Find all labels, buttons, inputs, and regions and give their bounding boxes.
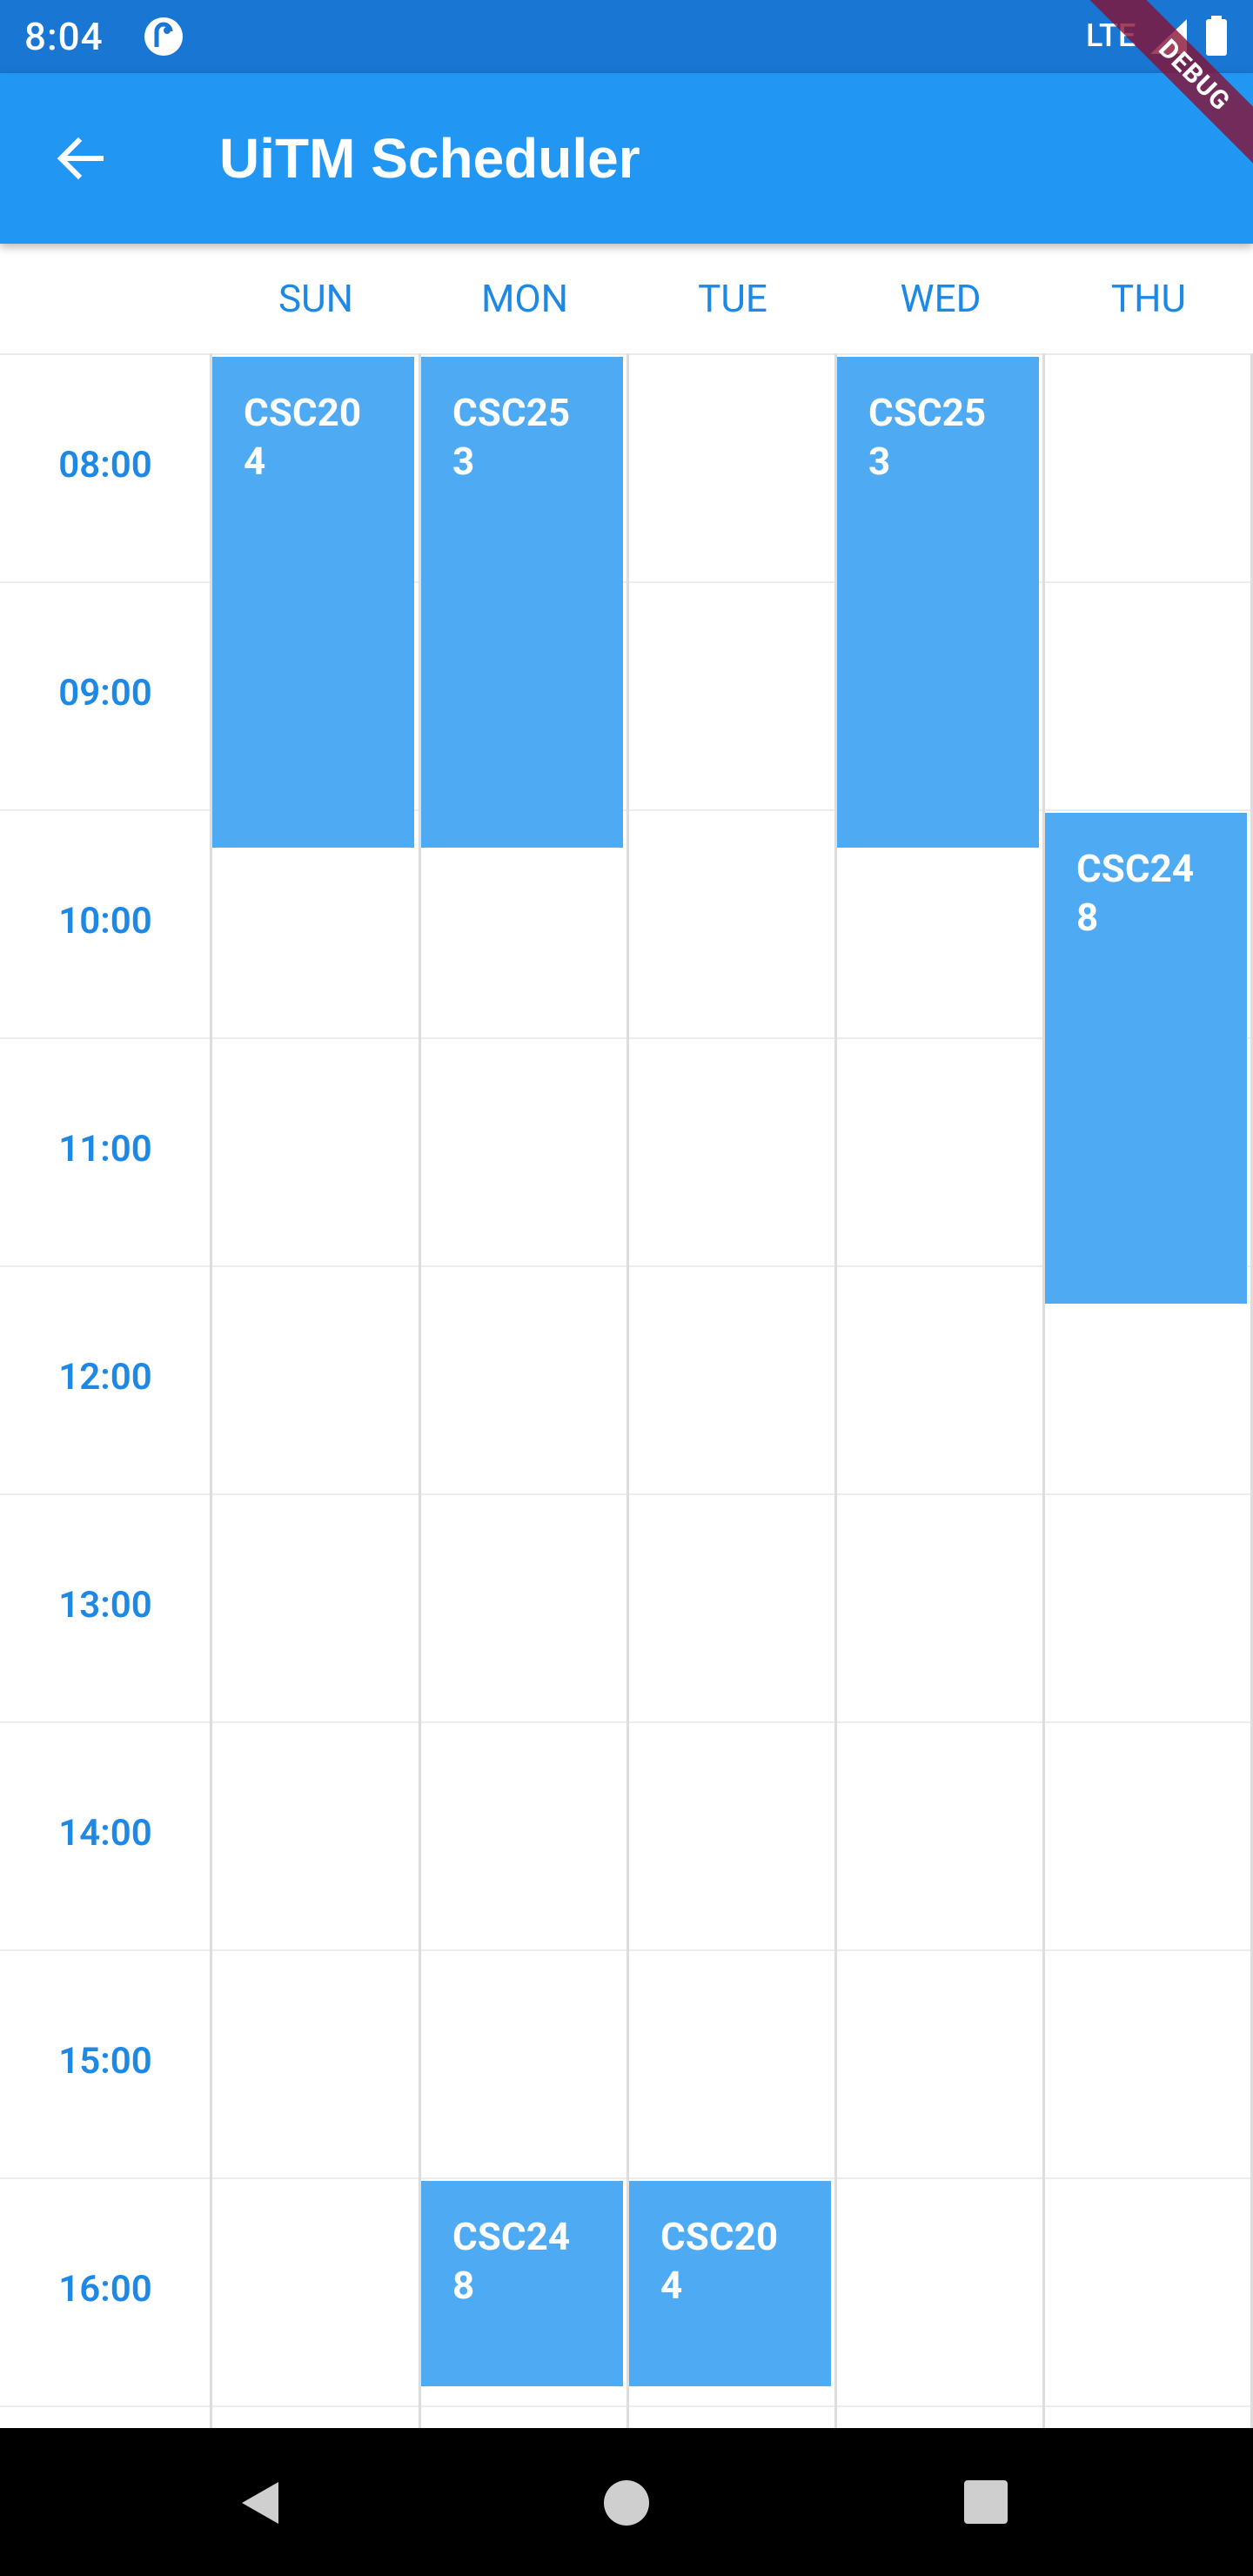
time-label: 15:00 <box>58 2040 152 2083</box>
time-label: 12:00 <box>58 1356 152 1399</box>
day-label-tue: TUE <box>698 276 767 321</box>
nav-recents-icon[interactable] <box>964 2480 1008 2524</box>
nav-back-icon[interactable] <box>235 2477 287 2529</box>
day-column-divider <box>1042 353 1045 2428</box>
time-label: 10:00 <box>58 900 152 943</box>
class-event-csc204-sun[interactable]: CSC204 <box>212 357 414 848</box>
status-bar: 8:04 LTE <box>0 0 1253 73</box>
time-label: 14:00 <box>58 1812 152 1855</box>
day-label-thu: THU <box>1110 276 1187 321</box>
class-event-csc248-mon[interactable]: CSC248 <box>421 2181 623 2387</box>
class-event-csc248-thu[interactable]: CSC248 <box>1045 813 1247 1304</box>
class-event-csc253-wed[interactable]: CSC253 <box>837 357 1039 848</box>
battery-icon <box>1206 16 1227 56</box>
day-header: SUN MON TUE WED THU <box>0 244 1253 355</box>
system-navigation-bar <box>0 2428 1253 2576</box>
time-label: 08:00 <box>58 444 152 486</box>
time-label: 16:00 <box>58 2268 152 2311</box>
timetable-grid: 08:00 09:00 10:00 11:00 12:00 13:00 14:00 15:00… <box>0 353 1253 2428</box>
network-type-label: LTE <box>1086 17 1136 54</box>
day-label-sun: SUN <box>278 276 354 321</box>
time-label: 11:00 <box>58 1128 152 1171</box>
nav-home-icon[interactable] <box>604 2480 649 2526</box>
status-time: 8:04 <box>24 14 104 59</box>
app-bar: UiTM Scheduler <box>0 73 1253 244</box>
class-event-csc253-mon[interactable]: CSC253 <box>421 357 623 848</box>
day-label-wed: WED <box>900 276 982 321</box>
app-notification-icon <box>144 17 183 56</box>
day-column-divider <box>626 353 629 2428</box>
time-label: 09:00 <box>58 672 152 714</box>
class-event-csc204-tue[interactable]: CSC204 <box>629 2181 831 2387</box>
day-label-mon: MON <box>480 276 569 321</box>
app-title: UiTM Scheduler <box>219 127 640 190</box>
time-label: 13:00 <box>58 1584 152 1627</box>
signal-icon <box>1150 19 1187 54</box>
back-arrow-icon[interactable] <box>45 124 115 193</box>
